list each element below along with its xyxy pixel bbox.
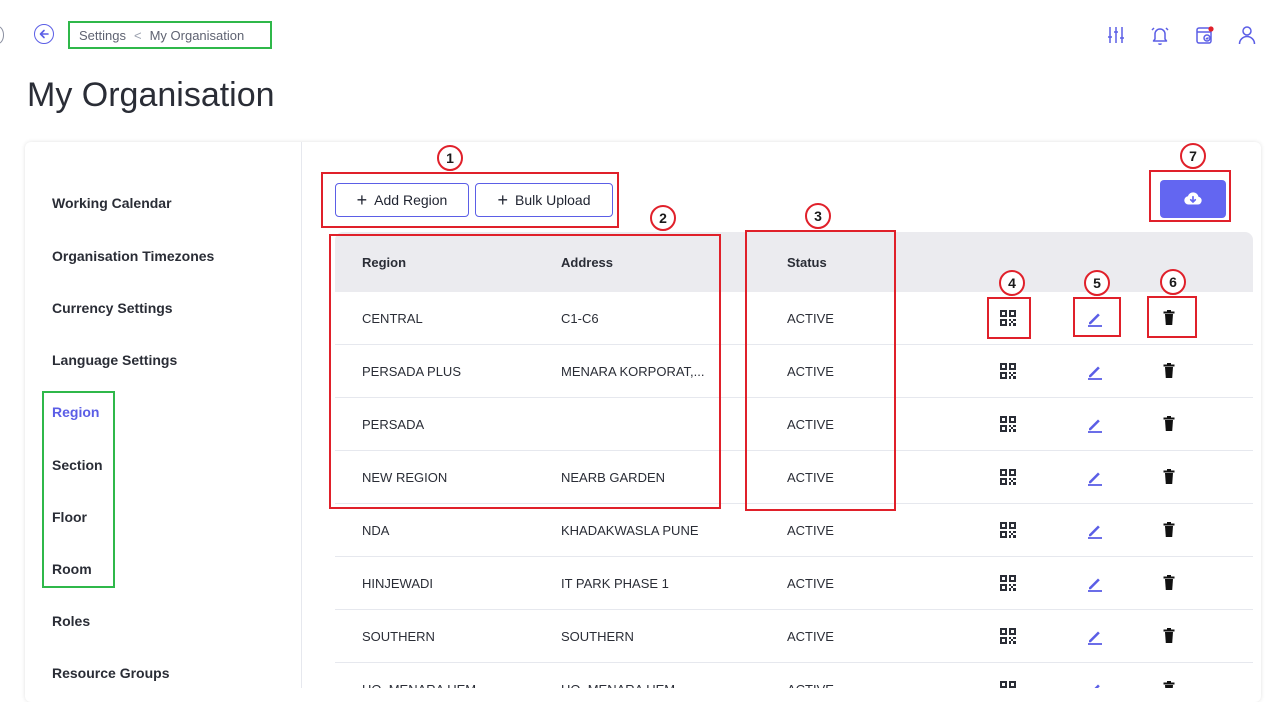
sidebar-item-roles[interactable]: Roles xyxy=(52,613,90,629)
cell-status: ACTIVE xyxy=(787,470,834,485)
trash-icon[interactable] xyxy=(1157,359,1181,383)
sidebar-item-working-calendar[interactable]: Working Calendar xyxy=(52,195,172,211)
cell-address: SOUTHERN xyxy=(561,629,634,644)
cell-region: NDA xyxy=(362,523,390,538)
region-table: Region Address Status CENTRAL C1-C6 ACTIVE… xyxy=(335,232,1253,688)
cell-status: ACTIVE xyxy=(787,523,834,538)
bulk-upload-button[interactable]: + Bulk Upload xyxy=(475,183,613,217)
breadcrumb-separator: < xyxy=(133,27,142,43)
cell-address: NEARB GARDEN xyxy=(561,470,666,485)
cell-status: ACTIVE xyxy=(787,311,834,326)
breadcrumb-current: My Organisation xyxy=(149,27,245,43)
cell-region: CENTRAL xyxy=(362,311,423,326)
cell-region: NEW REGION xyxy=(362,470,448,485)
cell-status: ACTIVE xyxy=(787,682,887,688)
filter-sliders-icon[interactable] xyxy=(1104,22,1128,48)
pencil-icon[interactable] xyxy=(1083,306,1107,330)
table-row: PERSADA PLUS MENARA KORPORAT,... ACTIVE xyxy=(335,345,1253,398)
qr-code-icon[interactable] xyxy=(996,677,1020,688)
pencil-icon[interactable] xyxy=(1083,465,1107,489)
sidebar-item-currency-settings[interactable]: Currency Settings xyxy=(52,300,173,316)
table-row: HQ, MENARA UEM HQ, MENARA UEM ACTIVE xyxy=(335,663,1253,688)
cell-region: SOUTHERN xyxy=(362,629,435,644)
cloud-download-icon xyxy=(1184,192,1202,205)
settings-sidebar: Working Calendar Organisation Timezones … xyxy=(25,142,302,688)
trash-icon[interactable] xyxy=(1157,571,1181,595)
qr-code-icon[interactable] xyxy=(996,571,1020,595)
column-header-address: Address xyxy=(561,255,614,270)
cell-region: PERSADA PLUS xyxy=(362,364,461,379)
back-button[interactable] xyxy=(34,24,54,44)
table-row: HINJEWADI IT PARK PHASE 1 ACTIVE xyxy=(335,557,1253,610)
calendar-check-icon[interactable] xyxy=(1193,22,1217,48)
table-row: SOUTHERN SOUTHERN ACTIVE xyxy=(335,610,1253,663)
trash-icon[interactable] xyxy=(1157,306,1181,330)
table-row: NEW REGION NEARB GARDEN ACTIVE xyxy=(335,451,1253,504)
pencil-icon[interactable] xyxy=(1083,518,1107,542)
bell-icon[interactable] xyxy=(1148,22,1172,48)
table-header: Region Address Status xyxy=(335,232,1253,292)
pencil-icon[interactable] xyxy=(1083,571,1107,595)
top-icon-group xyxy=(1087,22,1267,48)
add-region-button[interactable]: + Add Region xyxy=(335,183,469,217)
qr-code-icon[interactable] xyxy=(996,624,1020,648)
cell-address: IT PARK PHASE 1 xyxy=(561,576,669,591)
sidebar-item-floor[interactable]: Floor xyxy=(52,509,87,525)
column-header-region: Region xyxy=(362,255,407,270)
download-button[interactable] xyxy=(1160,180,1226,218)
trash-icon[interactable] xyxy=(1157,465,1181,489)
page-title: My Organisation xyxy=(27,76,275,114)
table-row: PERSADA ACTIVE xyxy=(335,398,1253,451)
cell-address: HQ, MENARA UEM xyxy=(561,682,711,688)
breadcrumb: Settings < My Organisation xyxy=(68,21,272,49)
cell-status: ACTIVE xyxy=(787,364,834,379)
pencil-icon[interactable] xyxy=(1083,359,1107,383)
table-row: CENTRAL C1-C6 ACTIVE xyxy=(335,292,1253,345)
sidebar-item-region[interactable]: Region xyxy=(52,404,99,420)
cell-status: ACTIVE xyxy=(787,576,834,591)
pencil-icon[interactable] xyxy=(1083,412,1107,436)
cell-region: HINJEWADI xyxy=(362,576,434,591)
plus-icon: + xyxy=(497,190,508,210)
bulk-upload-label: Bulk Upload xyxy=(515,192,591,208)
qr-code-icon[interactable] xyxy=(996,306,1020,330)
cell-address: C1-C6 xyxy=(561,311,599,326)
qr-code-icon[interactable] xyxy=(996,465,1020,489)
pencil-icon[interactable] xyxy=(1083,624,1107,648)
cell-region: PERSADA xyxy=(362,417,425,432)
table-row: NDA KHADAKWASLA PUNE ACTIVE xyxy=(335,504,1253,557)
add-region-label: Add Region xyxy=(374,192,448,208)
sidebar-item-section[interactable]: Section xyxy=(52,457,103,473)
cell-status: ACTIVE xyxy=(787,417,834,432)
sidebar-item-room[interactable]: Room xyxy=(52,561,92,577)
cell-address: KHADAKWASLA PUNE xyxy=(561,523,699,538)
qr-code-icon[interactable] xyxy=(996,412,1020,436)
sidebar-item-organisation-timezones[interactable]: Organisation Timezones xyxy=(52,248,214,264)
top-bar: Settings < My Organisation xyxy=(0,0,1267,70)
breadcrumb-settings[interactable]: Settings xyxy=(79,28,126,43)
qr-code-icon[interactable] xyxy=(996,518,1020,542)
sidebar-item-language-settings[interactable]: Language Settings xyxy=(52,352,177,368)
cell-status: ACTIVE xyxy=(787,629,834,644)
qr-code-icon[interactable] xyxy=(996,359,1020,383)
column-header-status: Status xyxy=(787,255,827,270)
trash-icon[interactable] xyxy=(1157,624,1181,648)
plus-icon: + xyxy=(356,190,368,210)
back-arrow-icon xyxy=(39,29,49,39)
cell-address: MENARA KORPORAT,... xyxy=(561,364,705,379)
trash-icon[interactable] xyxy=(1157,518,1181,542)
pencil-icon[interactable] xyxy=(1083,677,1107,688)
trash-icon[interactable] xyxy=(1157,677,1181,688)
cell-region: HQ, MENARA UEM xyxy=(362,682,552,688)
user-icon[interactable] xyxy=(1235,22,1259,48)
trash-icon[interactable] xyxy=(1157,412,1181,436)
sidebar-item-resource-groups[interactable]: Resource Groups xyxy=(52,665,169,681)
